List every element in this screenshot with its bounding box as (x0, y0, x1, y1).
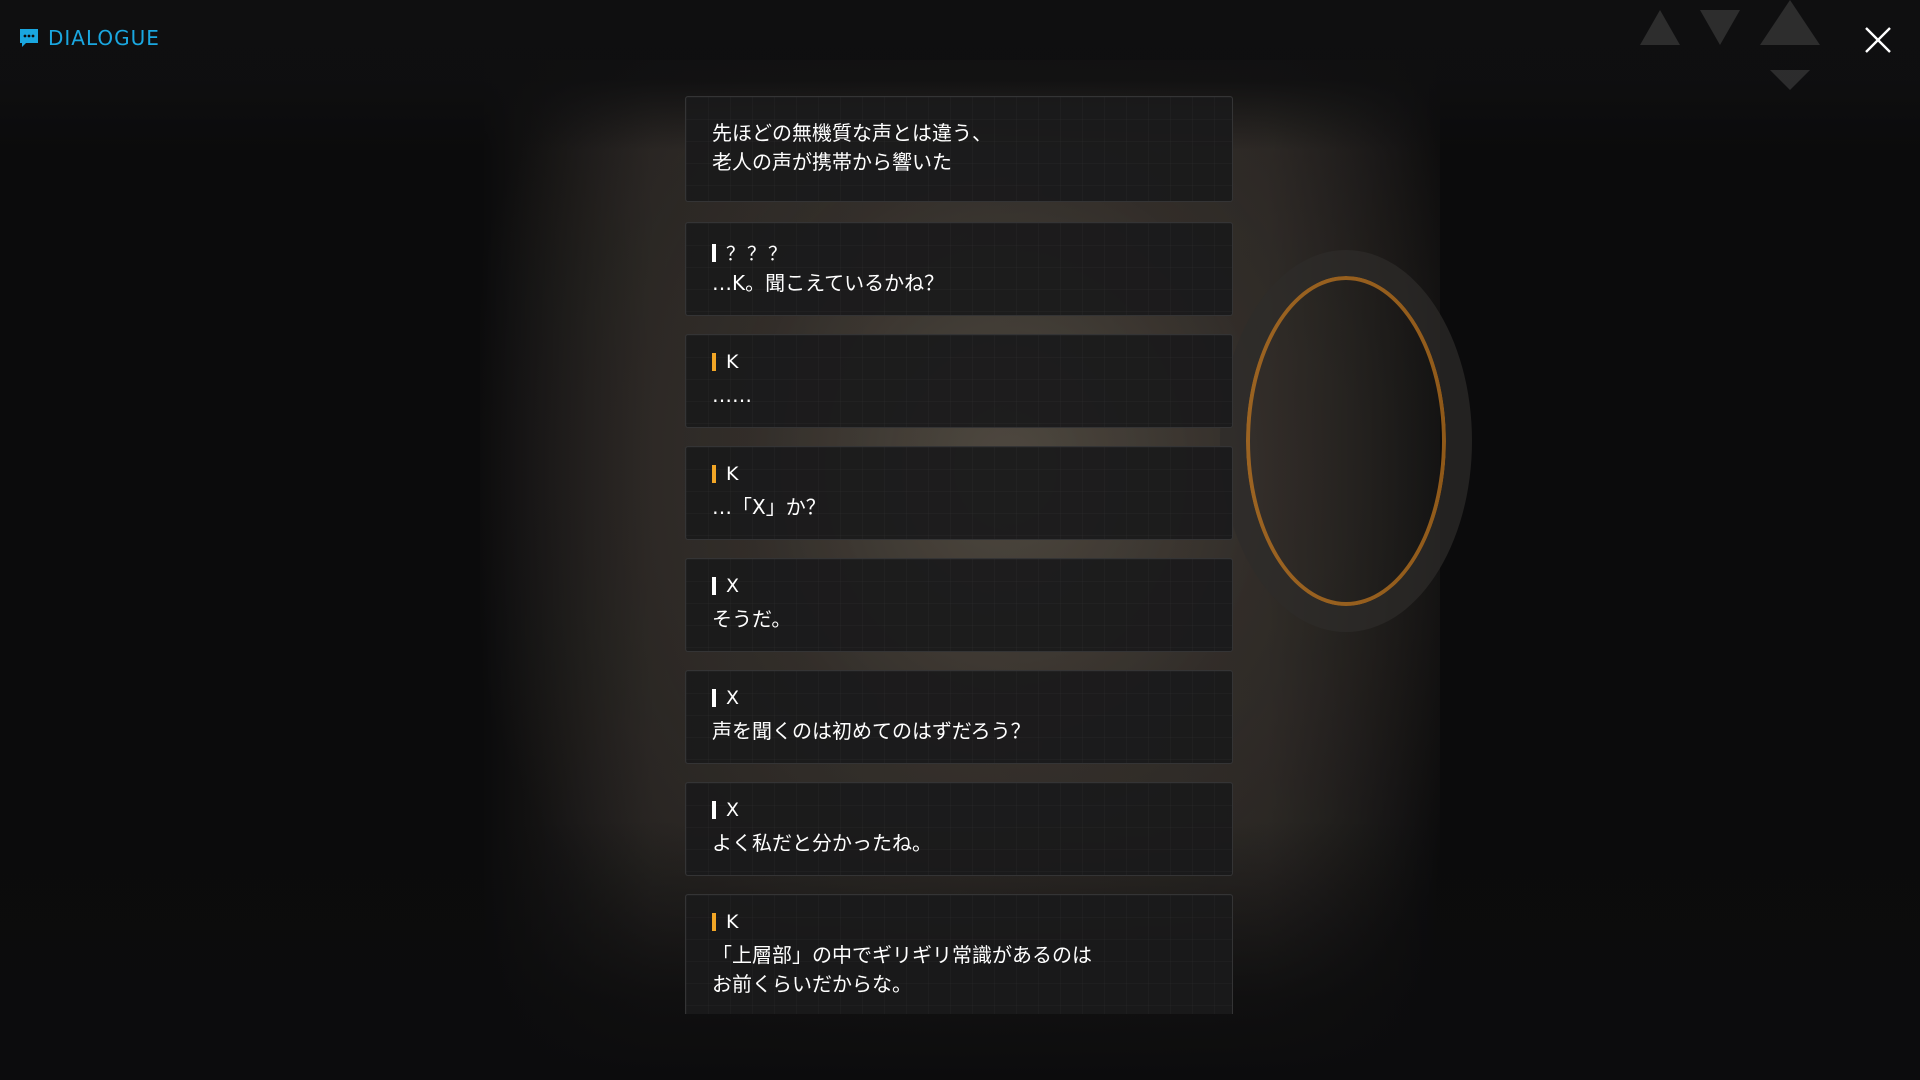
header-bar: DIALOGUE (0, 0, 1920, 90)
header-decoration (1640, 0, 1820, 90)
speaker-name-text: K (726, 351, 741, 373)
dialogue-log-screen: DIALOGUE 先ほどの無機質な声とは違う、 老人の声が携帯から響いた ？？？… (0, 0, 1920, 1080)
speaker-name: ？？？ (712, 239, 789, 266)
speaker-marker (712, 353, 716, 371)
dialogue-text: …「X」か？ (712, 495, 826, 519)
speaker-marker (712, 577, 716, 595)
speaker-name-text: X (726, 799, 742, 821)
dialogue-text: そうだ。 (712, 607, 792, 631)
dialogue-text: よく私だと分かったね。 (712, 831, 932, 855)
speaker-marker (712, 465, 716, 483)
dialogue-entry: ？？？ …K。聞こえているかね？ (685, 222, 1233, 316)
speaker-name-text: ？？？ (726, 243, 790, 265)
dialogue-entry: X そうだ。 (685, 558, 1233, 652)
speaker-name-text: X (726, 687, 742, 709)
dialogue-text: 「上層部」の中でギリギリ常識があるのは お前くらいだからな。 (712, 943, 1092, 996)
speaker-name: K (712, 911, 740, 933)
speaker-marker (712, 243, 716, 262)
speaker-name-text: X (726, 575, 742, 597)
speaker-marker (712, 913, 716, 931)
header-title-text: DIALOGUE (48, 26, 160, 50)
speaker-name: X (712, 575, 741, 597)
dialogue-text: …K。聞こえているかね？ (712, 271, 945, 295)
dialogue-text: 声を聞くのは初めてのはずだろう？ (712, 719, 1031, 743)
dialogue-entry: K …「X」か？ (685, 446, 1233, 540)
header-title: DIALOGUE (18, 26, 160, 50)
speaker-marker (712, 689, 716, 707)
speaker-name: K (712, 351, 740, 373)
dialogue-log-list[interactable]: 先ほどの無機質な声とは違う、 老人の声が携帯から響いた ？？？ …K。聞こえてい… (685, 96, 1235, 1014)
close-icon[interactable] (1862, 24, 1894, 56)
dialogue-entry: X よく私だと分かったね。 (685, 782, 1233, 876)
dialogue-text: …… (712, 383, 752, 407)
speaker-name-text: K (726, 463, 741, 485)
dialogue-entry: K …… (685, 334, 1233, 428)
speaker-name-text: K (726, 911, 741, 933)
speaker-name: X (712, 799, 741, 821)
dialogue-entry-narration: 先ほどの無機質な声とは違う、 老人の声が携帯から響いた (685, 96, 1233, 202)
chat-bubble-icon (20, 29, 38, 47)
speaker-name: X (712, 687, 741, 709)
dialogue-text: 先ほどの無機質な声とは違う、 老人の声が携帯から響いた (712, 121, 992, 174)
dialogue-entry: X 声を聞くのは初めてのはずだろう？ (685, 670, 1233, 764)
speaker-name: K (712, 463, 740, 485)
speaker-marker (712, 801, 716, 819)
dialogue-entry: K 「上層部」の中でギリギリ常識があるのは お前くらいだからな。 (685, 894, 1233, 1014)
